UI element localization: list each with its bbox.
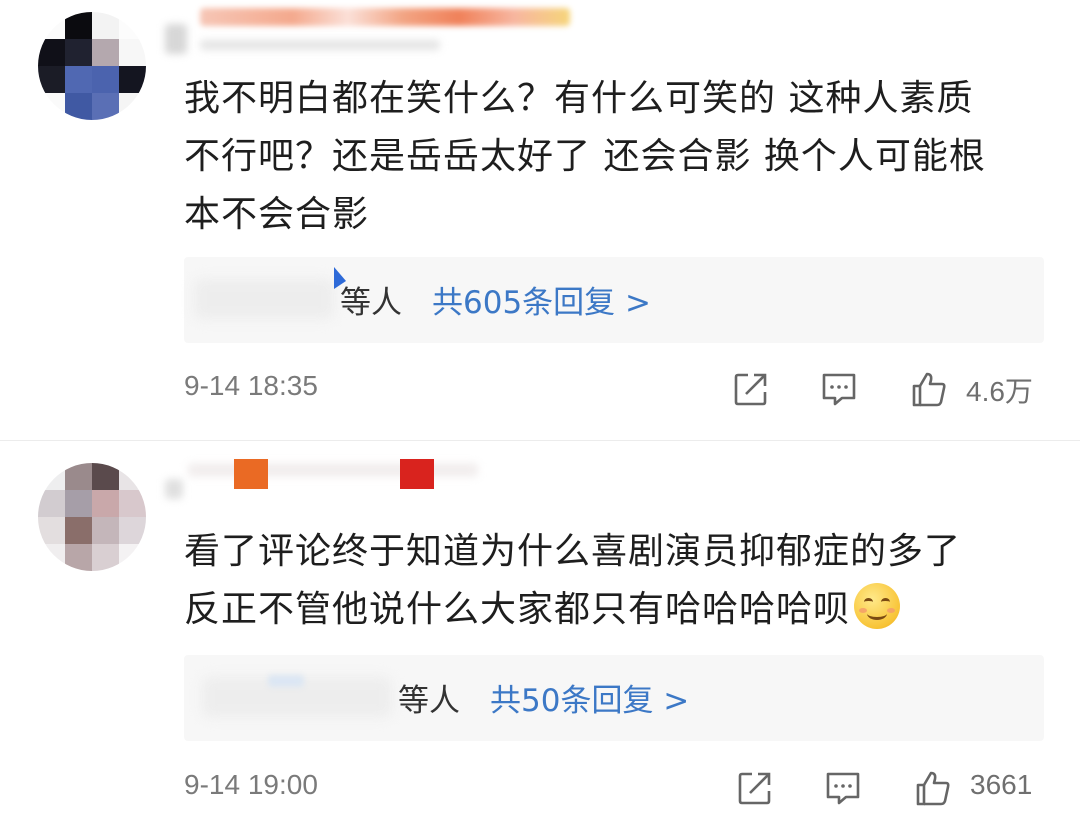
comment-text-line: 本不会合影 bbox=[184, 194, 370, 235]
comment-text-line: 不行吧？还是岳岳太好了 还会合影 换个人可能根 bbox=[184, 136, 986, 177]
reply-preview[interactable]: 等人 共605条回复 > bbox=[184, 257, 1044, 343]
share-icon[interactable] bbox=[732, 370, 770, 408]
user-badge bbox=[234, 459, 268, 489]
share-icon[interactable] bbox=[736, 769, 774, 807]
reply-count-link[interactable]: 共605条回复 > bbox=[432, 277, 651, 322]
reply-user-blur bbox=[194, 279, 334, 319]
avatar[interactable] bbox=[38, 12, 146, 120]
comment-text-segment: 反正不管他说什么大家都只有哈哈哈哈呗 bbox=[184, 589, 851, 630]
reply-users-label: 等人 bbox=[398, 683, 460, 719]
comment-text: 我不明白都在笑什么？有什么可笑的 这种人素质 不行吧？还是岳岳太好了 还会合影 … bbox=[184, 70, 1044, 244]
comment-text-line: 看了评论终于知道为什么喜剧演员抑郁症的多了 bbox=[184, 531, 962, 572]
comment-footer: 9-14 19:00 3661 bbox=[184, 769, 1044, 809]
username[interactable] bbox=[200, 8, 570, 26]
avatar[interactable] bbox=[38, 463, 146, 571]
comment-text-line: 反正不管他说什么大家都只有哈哈哈哈呗 bbox=[184, 581, 1044, 639]
reply-count-link[interactable]: 共50条回复 > bbox=[490, 675, 689, 720]
username-sub bbox=[165, 24, 187, 54]
thumbs-up-icon[interactable] bbox=[914, 769, 952, 807]
comment-text-line: 我不明白都在笑什么？有什么可笑的 这种人素质 bbox=[184, 78, 974, 119]
comment-footer: 9-14 18:35 4.6万 bbox=[184, 370, 1044, 410]
username-sub bbox=[200, 40, 440, 50]
thumbs-up-icon[interactable] bbox=[910, 370, 948, 408]
comment-item: 我不明白都在笑什么？有什么可笑的 这种人素质 不行吧？还是岳岳太好了 还会合影 … bbox=[0, 0, 1080, 440]
reply-user-blur bbox=[268, 675, 304, 687]
username-sub bbox=[165, 479, 183, 499]
username[interactable] bbox=[188, 463, 478, 477]
like-count: 4.6万 bbox=[966, 376, 1033, 407]
smiling-face-emoji bbox=[854, 583, 901, 629]
reply-users-label: 等人 bbox=[340, 285, 402, 321]
reply-preview[interactable]: 等人 共50条回复 > bbox=[184, 655, 1044, 741]
comment-text: 看了评论终于知道为什么喜剧演员抑郁症的多了 反正不管他说什么大家都只有哈哈哈哈呗 bbox=[184, 523, 1044, 639]
comment-time: 9-14 19:00 bbox=[184, 769, 318, 800]
comment-item: 看了评论终于知道为什么喜剧演员抑郁症的多了 反正不管他说什么大家都只有哈哈哈哈呗… bbox=[0, 440, 1080, 825]
user-badge bbox=[400, 459, 434, 489]
comment-icon[interactable] bbox=[820, 370, 858, 408]
like-count: 3661 bbox=[970, 769, 1033, 800]
comment-time: 9-14 18:35 bbox=[184, 370, 318, 401]
comment-icon[interactable] bbox=[824, 769, 862, 807]
